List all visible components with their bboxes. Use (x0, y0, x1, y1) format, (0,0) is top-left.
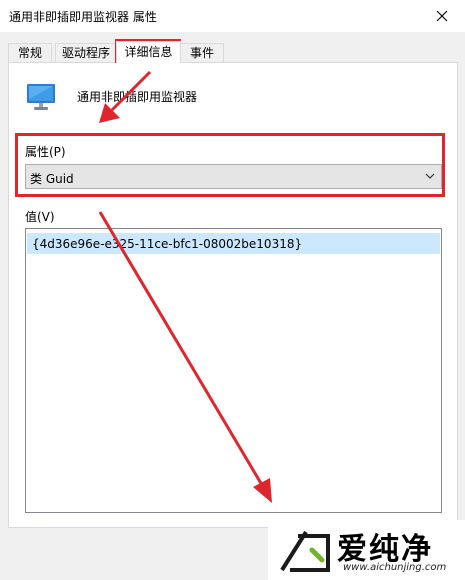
watermark-url: www.aichunjing.com (343, 562, 447, 573)
tab-details[interactable]: 详细信息 (116, 41, 181, 63)
arrow-head (253, 478, 272, 503)
annotation-arrows (98, 70, 272, 503)
tab-label: 详细信息 (124, 45, 173, 59)
brand-logo-icon (280, 530, 330, 572)
arrow-to-watermark (98, 211, 264, 486)
arrow-to-property (110, 70, 152, 112)
